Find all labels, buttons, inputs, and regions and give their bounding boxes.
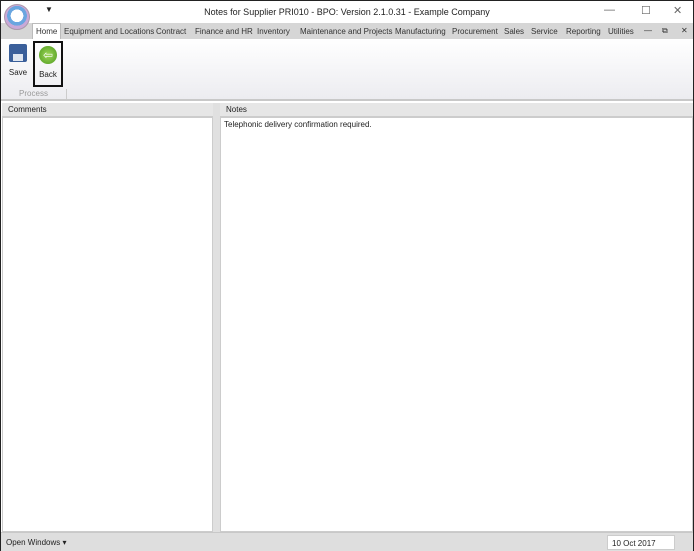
tab-contract[interactable]: Contract (156, 27, 186, 36)
back-button[interactable]: ⇦ Back (33, 41, 63, 87)
back-label: Back (39, 70, 57, 79)
tab-manufacturing[interactable]: Manufacturing (395, 27, 446, 36)
open-windows-button[interactable]: Open Windows ▾ (6, 538, 67, 547)
tab-procurement[interactable]: Procurement (452, 27, 498, 36)
tab-utilities[interactable]: Utilities (608, 27, 634, 36)
tab-maintenance[interactable]: Maintenance and Projects (300, 27, 393, 36)
notes-header: Notes (220, 103, 693, 117)
tab-service[interactable]: Service (531, 27, 558, 36)
tab-finance[interactable]: Finance and HR (195, 27, 253, 36)
status-bar: Open Windows ▾ 10 Oct 2017 (1, 532, 693, 551)
tab-home[interactable]: Home (32, 23, 62, 39)
process-group-label: Process (1, 89, 67, 99)
save-icon (9, 44, 27, 62)
tab-inventory[interactable]: Inventory (257, 27, 290, 36)
mdi-close-icon[interactable]: ✕ (681, 26, 688, 35)
tab-reporting[interactable]: Reporting (566, 27, 601, 36)
tab-sales[interactable]: Sales (504, 27, 524, 36)
comments-textarea[interactable] (2, 117, 213, 532)
maximize-icon[interactable]: ☐ (641, 4, 651, 17)
close-icon[interactable]: ✕ (673, 4, 682, 17)
app-logo-icon[interactable] (4, 4, 30, 30)
notes-textarea[interactable]: Telephonic delivery confirmation require… (220, 117, 693, 532)
comments-header: Comments (2, 103, 213, 117)
app-window: ▼ Notes for Supplier PRI010 - BPO: Versi… (0, 0, 694, 551)
ribbon-tabs: Home Equipment and Locations Contract Fi… (1, 23, 693, 39)
save-label: Save (8, 68, 28, 77)
title-bar: ▼ Notes for Supplier PRI010 - BPO: Versi… (1, 1, 693, 30)
window-title: Notes for Supplier PRI010 - BPO: Version… (204, 7, 490, 17)
minimize-icon[interactable]: — (604, 4, 615, 16)
ribbon: Save ⇦ Back Process (1, 39, 693, 101)
mdi-restore-icon[interactable]: ⧉ (662, 26, 668, 36)
date-field[interactable]: 10 Oct 2017 (607, 535, 675, 550)
save-button[interactable]: Save (3, 41, 33, 87)
pane-splitter[interactable] (213, 103, 220, 532)
mdi-minimize-icon[interactable]: — (644, 26, 652, 35)
notes-text: Telephonic delivery confirmation require… (224, 120, 372, 129)
back-arrow-icon: ⇦ (39, 46, 57, 64)
tab-equipment[interactable]: Equipment and Locations (64, 27, 154, 36)
